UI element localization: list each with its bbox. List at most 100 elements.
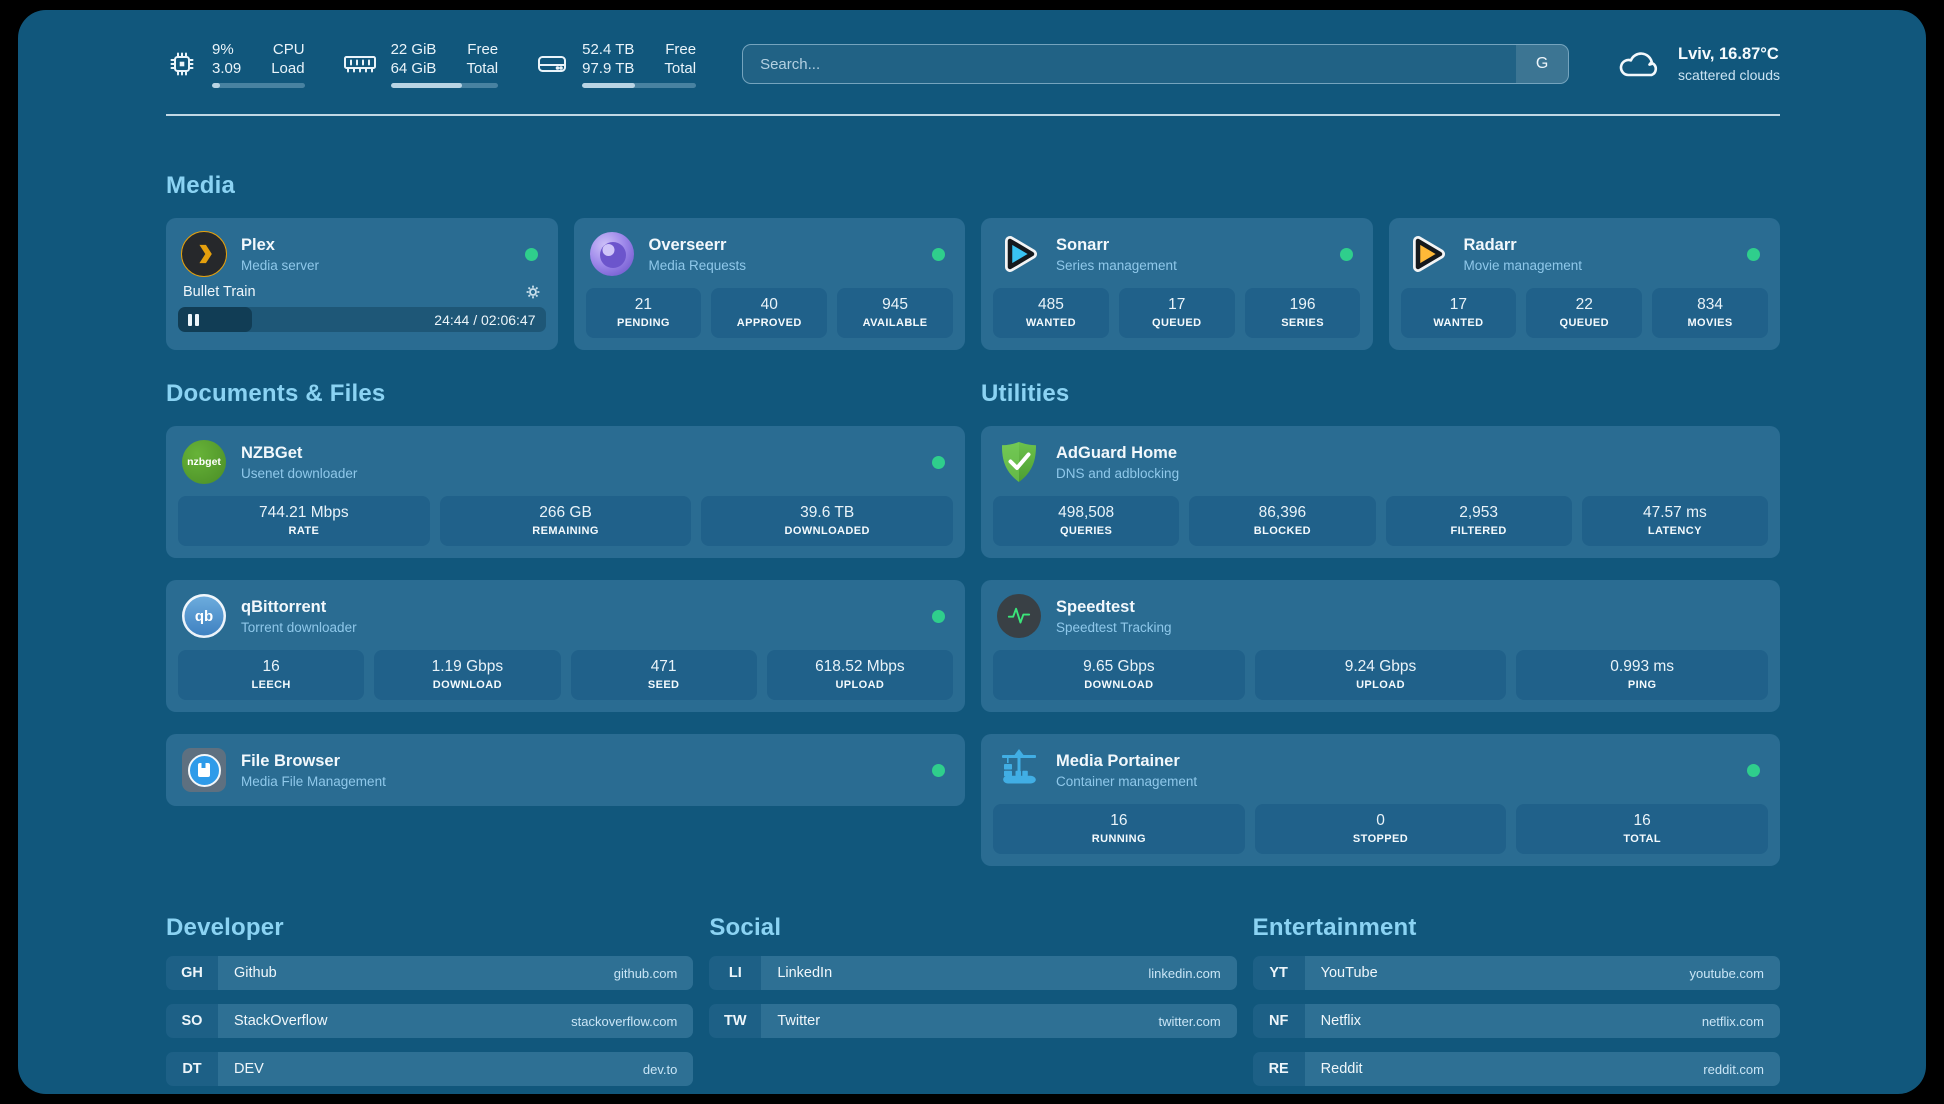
service-name: NZBGet — [241, 444, 357, 463]
service-card-radarr[interactable]: Radarr Movie management 17 WANTED 22 QUE… — [1389, 218, 1781, 350]
status-dot — [1340, 248, 1353, 261]
stat-movies: 834 MOVIES — [1652, 288, 1768, 338]
stat-queued: 17 QUEUED — [1119, 288, 1235, 338]
status-dot — [932, 610, 945, 623]
bookmark-abbr: DT — [166, 1052, 218, 1086]
bookmark-name: Netflix — [1321, 1013, 1361, 1029]
stat-series: 196 SERIES — [1245, 288, 1361, 338]
bookmark-abbr: YT — [1253, 956, 1305, 990]
bookmark-stackoverflow[interactable]: SO StackOverflow stackoverflow.com — [166, 1004, 693, 1038]
search-input[interactable] — [743, 45, 1516, 83]
bookmark-github[interactable]: GH Github github.com — [166, 956, 693, 990]
memory-total-value: 64 GiB — [391, 59, 437, 78]
sonarr-icon — [996, 231, 1042, 277]
gear-icon[interactable] — [525, 284, 541, 300]
service-name: AdGuard Home — [1056, 444, 1179, 463]
status-dot — [932, 456, 945, 469]
service-card-portainer[interactable]: Media Portainer Container management 16 … — [981, 734, 1780, 866]
bookmark-reddit[interactable]: RE Reddit reddit.com — [1253, 1052, 1780, 1086]
service-name: Radarr — [1464, 236, 1583, 255]
service-card-sonarr[interactable]: Sonarr Series management 485 WANTED 17 Q… — [981, 218, 1373, 350]
filebrowser-icon — [181, 747, 227, 793]
stat-queries: 498,508 QUERIES — [993, 496, 1179, 546]
stat-approved: 40 APPROVED — [711, 288, 827, 338]
service-card-speedtest[interactable]: Speedtest Speedtest Tracking 9.65 Gbps D… — [981, 580, 1780, 712]
bookmark-twitter[interactable]: TW Twitter twitter.com — [709, 1004, 1236, 1038]
weather-widget: Lviv, 16.87°C scattered clouds — [1615, 45, 1780, 83]
bookmark-linkedin[interactable]: LI LinkedIn linkedin.com — [709, 956, 1236, 990]
memory-icon — [343, 51, 377, 77]
disk-icon — [536, 51, 568, 77]
section-title-entertainment: Entertainment — [1253, 914, 1780, 942]
stat-total: 16 TOTAL — [1516, 804, 1768, 854]
stat-download: 9.65 Gbps DOWNLOAD — [993, 650, 1245, 700]
service-card-filebrowser[interactable]: File Browser Media File Management — [166, 734, 965, 806]
bookmark-url: linkedin.com — [1148, 966, 1220, 981]
stat-wanted: 17 WANTED — [1401, 288, 1517, 338]
plex-icon — [181, 231, 227, 277]
service-name: File Browser — [241, 752, 386, 771]
cpu-usage-value: 9% — [212, 40, 241, 59]
bookmark-name: StackOverflow — [234, 1013, 327, 1029]
memory-total-label: Total — [466, 59, 498, 78]
bookmark-abbr: NF — [1253, 1004, 1305, 1038]
memory-free-label: Free — [466, 40, 498, 59]
service-card-nzbget[interactable]: nzbget NZBGet Usenet downloader 744.21 M… — [166, 426, 965, 558]
cpu-progress-bar — [212, 83, 305, 88]
stat-stopped: 0 STOPPED — [1255, 804, 1507, 854]
cpu-icon — [166, 48, 198, 80]
playback-progress-bar: 24:44 / 02:06:47 — [178, 307, 546, 332]
status-dot — [932, 248, 945, 261]
bookmark-dev[interactable]: DT DEV dev.to — [166, 1052, 693, 1086]
overseerr-icon — [589, 231, 635, 277]
bookmark-url: stackoverflow.com — [571, 1014, 677, 1029]
disk-stat-widget: 52.4 TB Free 97.9 TB Total — [536, 40, 696, 88]
search-provider-button[interactable]: G — [1516, 45, 1568, 83]
cpu-load-value: 3.09 — [212, 59, 241, 78]
memory-progress-bar — [391, 83, 499, 88]
stat-downloaded: 39.6 TB DOWNLOADED — [701, 496, 953, 546]
service-name: Sonarr — [1056, 236, 1177, 255]
service-desc: Movie management — [1464, 258, 1583, 273]
service-card-overseerr[interactable]: Overseerr Media Requests 21 PENDING 40 A… — [574, 218, 966, 350]
service-name: Speedtest — [1056, 598, 1172, 617]
service-desc: Torrent downloader — [241, 620, 357, 635]
stat-leech: 16 LEECH — [178, 650, 364, 700]
weather-location-temp: Lviv, 16.87°C — [1678, 45, 1780, 64]
bookmark-netflix[interactable]: NF Netflix netflix.com — [1253, 1004, 1780, 1038]
bookmark-youtube[interactable]: YT YouTube youtube.com — [1253, 956, 1780, 990]
stat-filtered: 2,953 FILTERED — [1386, 496, 1572, 546]
bookmark-url: dev.to — [643, 1062, 677, 1077]
speedtest-icon — [996, 593, 1042, 639]
service-desc: Usenet downloader — [241, 466, 357, 481]
stat-queued: 22 QUEUED — [1526, 288, 1642, 338]
disk-progress-bar — [582, 83, 696, 88]
nzbget-icon: nzbget — [181, 439, 227, 485]
stat-remaining: 266 GB REMAINING — [440, 496, 692, 546]
section-title-developer: Developer — [166, 914, 693, 942]
now-playing-title: Bullet Train — [183, 284, 256, 300]
service-card-qbittorrent[interactable]: qb qBittorrent Torrent downloader 16 LEE… — [166, 580, 965, 712]
status-dot — [525, 248, 538, 261]
header-divider — [166, 114, 1780, 116]
bookmark-name: Reddit — [1321, 1061, 1363, 1077]
stat-blocked: 86,396 BLOCKED — [1189, 496, 1375, 546]
stat-wanted: 485 WANTED — [993, 288, 1109, 338]
adguard-icon — [996, 439, 1042, 485]
bookmark-url: netflix.com — [1702, 1014, 1764, 1029]
portainer-icon — [996, 747, 1042, 793]
bookmark-url: youtube.com — [1690, 966, 1764, 981]
status-dot — [932, 764, 945, 777]
service-desc: Media File Management — [241, 774, 386, 789]
section-title-documents: Documents & Files — [166, 380, 965, 408]
service-card-plex[interactable]: Plex Media server Bullet Train — [166, 218, 558, 350]
bookmark-name: YouTube — [1321, 965, 1378, 981]
stat-seed: 471 SEED — [571, 650, 757, 700]
service-name: Plex — [241, 236, 319, 255]
cloud-icon — [1615, 46, 1663, 82]
cpu-stat-widget: 9% CPU 3.09 Load — [166, 40, 305, 88]
bookmark-abbr: RE — [1253, 1052, 1305, 1086]
service-card-adguard[interactable]: AdGuard Home DNS and adblocking 498,508 … — [981, 426, 1780, 558]
top-bar: 9% CPU 3.09 Load — [166, 36, 1780, 92]
service-desc: Media Requests — [649, 258, 747, 273]
